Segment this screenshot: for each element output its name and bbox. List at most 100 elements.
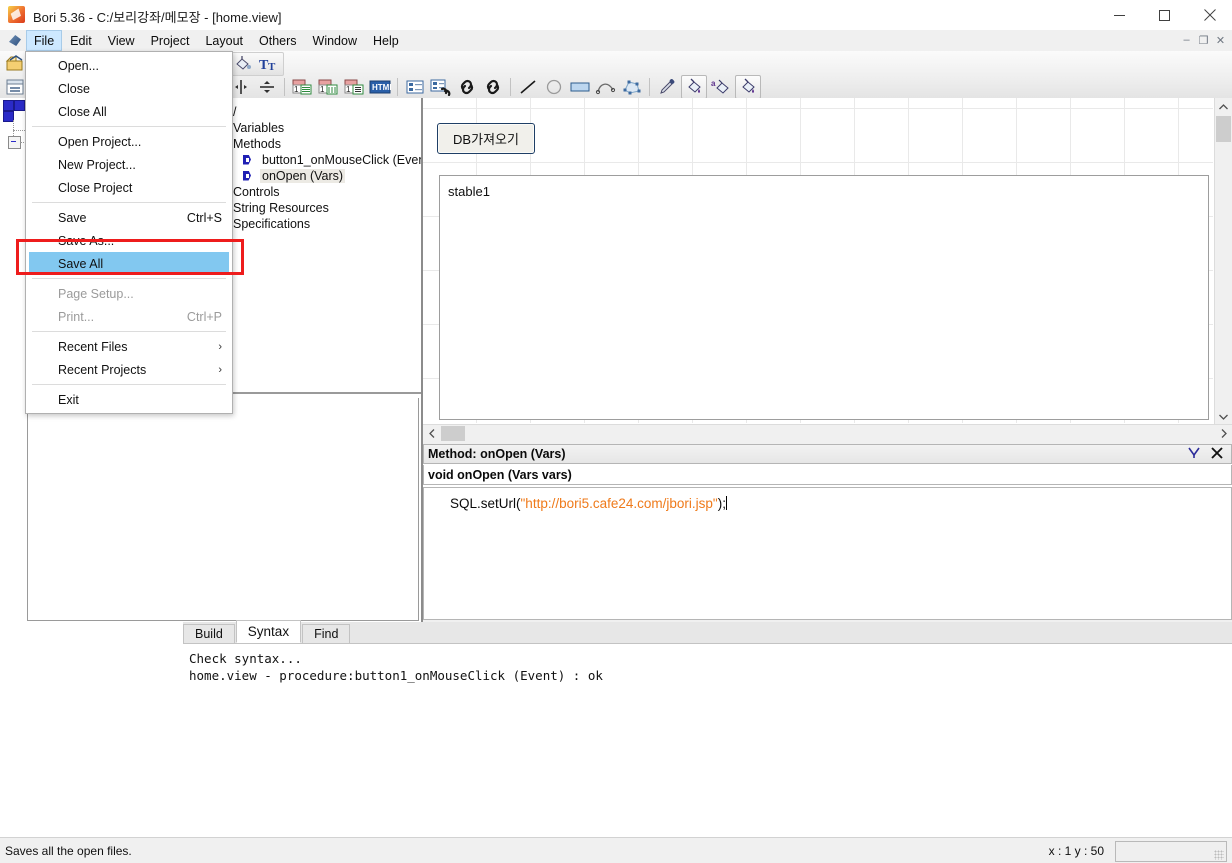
menu-item-save[interactable]: Save Ctrl+S: [26, 206, 232, 229]
tree-item-button1-onmouseclick[interactable]: button1_onMouseClick (Event): [231, 152, 421, 168]
calendar-field-icon[interactable]: 1: [290, 76, 314, 98]
menu-help[interactable]: Help: [365, 30, 407, 51]
method-code-editor[interactable]: SQL.setUrl("http://bori5.cafe24.com/jbor…: [423, 487, 1232, 620]
scroll-down-icon[interactable]: [1215, 408, 1232, 425]
tree-item-root[interactable]: /: [231, 104, 421, 120]
tree-item-variables[interactable]: Variables: [231, 120, 421, 136]
tree-connector: [13, 130, 25, 131]
list-field-icon[interactable]: 1: [342, 76, 366, 98]
canvas-vertical-scrollbar[interactable]: [1214, 98, 1232, 425]
menu-separator: [32, 278, 226, 279]
menu-project[interactable]: Project: [143, 30, 198, 51]
tree-item-label: Methods: [233, 137, 281, 151]
menu-item-close-all[interactable]: Close All: [26, 100, 232, 123]
menu-item-open-project[interactable]: Open Project...: [26, 130, 232, 153]
resize-grip-icon[interactable]: [1214, 850, 1224, 860]
menu-item-recent-files[interactable]: Recent Files ›: [26, 335, 232, 358]
menu-item-recent-projects[interactable]: Recent Projects ›: [26, 358, 232, 381]
menu-item-save-as[interactable]: Save As...: [26, 229, 232, 252]
mdi-minimize-button[interactable]: –: [1179, 32, 1194, 48]
menu-item-label: Close Project: [58, 180, 133, 195]
tree-lower-panel: [27, 398, 419, 621]
method-editor-header: Method: onOpen (Vars): [423, 444, 1232, 464]
left-bottom-pane: [0, 622, 184, 838]
mdi-close-button[interactable]: ✕: [1213, 32, 1228, 48]
html-icon[interactable]: HTML: [368, 76, 392, 98]
link-alt-icon[interactable]: [481, 76, 505, 98]
menu-item-label: Open Project...: [58, 134, 142, 149]
menu-item-label: Close: [58, 81, 90, 96]
menu-item-label: Print...: [58, 309, 95, 324]
tab-build[interactable]: Build: [183, 624, 235, 643]
polyline-tool-icon[interactable]: [594, 76, 618, 98]
canvas-horizontal-scrollbar[interactable]: [423, 424, 1232, 442]
border-fill-color-icon[interactable]: [735, 74, 761, 99]
paint-bucket-icon[interactable]: [231, 53, 255, 75]
svg-text:HTML: HTML: [372, 83, 391, 92]
panel-icon[interactable]: [3, 76, 27, 98]
output-log: Check syntax... home.view - procedure:bu…: [183, 643, 1232, 838]
tree-item-string-resources[interactable]: String Resources: [231, 200, 421, 216]
window-title: Bori 5.36 - C:/보리강좌/메모장 - [home.view]: [33, 10, 282, 25]
menu-item-close-project[interactable]: Close Project: [26, 176, 232, 199]
menu-item-open[interactable]: Open...: [26, 54, 232, 77]
menu-window[interactable]: Window: [305, 30, 365, 51]
text-caret: [725, 496, 727, 510]
align-horizontal-icon[interactable]: [255, 76, 279, 98]
menu-item-label: Recent Files: [58, 339, 128, 354]
link-icon[interactable]: [455, 76, 479, 98]
menu-item-close[interactable]: Close: [26, 77, 232, 100]
close-button[interactable]: [1187, 0, 1232, 30]
menu-separator: [32, 331, 226, 332]
method-editor-title: Method: onOpen (Vars): [428, 447, 566, 461]
menu-edit[interactable]: Edit: [62, 30, 100, 51]
menu-file[interactable]: File: [26, 30, 63, 51]
canvas-vscroll-thumb[interactable]: [1216, 116, 1231, 142]
minimize-button[interactable]: [1097, 0, 1142, 30]
svg-text:a: a: [711, 79, 716, 88]
rectangle-tool-icon[interactable]: [568, 76, 592, 98]
linked-table-icon[interactable]: [429, 76, 453, 98]
menu-view[interactable]: View: [100, 30, 143, 51]
menu-item-exit[interactable]: Exit: [26, 388, 232, 411]
scroll-left-icon[interactable]: [423, 425, 440, 442]
tree-item-label: String Resources: [233, 201, 329, 215]
eyedropper-icon[interactable]: [655, 76, 679, 98]
design-canvas-grid[interactable]: DB가져오기 stable1: [423, 98, 1213, 423]
ellipse-tool-icon[interactable]: [542, 76, 566, 98]
open-folder-icon[interactable]: [3, 53, 27, 75]
text-fill-color-icon[interactable]: a: [709, 76, 733, 98]
tab-syntax[interactable]: Syntax: [235, 620, 302, 643]
property-list-icon[interactable]: [403, 76, 427, 98]
tree-item-controls[interactable]: Controls: [231, 184, 421, 200]
tree-item-methods[interactable]: Methods: [231, 136, 421, 152]
menu-layout[interactable]: Layout: [197, 30, 251, 51]
fill-color-icon[interactable]: [681, 74, 707, 99]
stable1-table-control[interactable]: stable1: [439, 175, 1209, 420]
file-menu-dropdown[interactable]: Open... Close Close All Open Project... …: [25, 51, 233, 414]
combo-field-icon[interactable]: 1: [316, 76, 340, 98]
polygon-tool-icon[interactable]: [620, 76, 644, 98]
scroll-up-icon[interactable]: [1215, 98, 1232, 115]
branch-icon[interactable]: [1187, 446, 1201, 463]
mdi-restore-button[interactable]: ❐: [1196, 32, 1211, 48]
menu-others[interactable]: Others: [251, 30, 305, 51]
title-bar: Bori 5.36 - C:/보리강좌/메모장 - [home.view]: [0, 0, 1232, 31]
svg-text:1: 1: [320, 85, 325, 94]
db-import-button[interactable]: DB가져오기: [437, 123, 535, 154]
menu-item-label: Recent Projects: [58, 362, 147, 377]
tree-item-specifications[interactable]: Specifications: [231, 216, 421, 232]
tree-item-onopen[interactable]: onOpen (Vars): [231, 168, 421, 184]
method-editor-header-buttons: [1187, 446, 1223, 463]
line-tool-icon[interactable]: [516, 76, 540, 98]
bori-feather-icon: [8, 6, 25, 23]
menu-item-new-project[interactable]: New Project...: [26, 153, 232, 176]
maximize-button[interactable]: [1142, 0, 1187, 30]
canvas-hscroll-thumb[interactable]: [441, 426, 465, 441]
scroll-right-icon[interactable]: [1215, 425, 1232, 442]
output-tab-strip: Build Syntax Find: [183, 620, 1232, 643]
method-editor-close-icon[interactable]: [1211, 446, 1223, 462]
tab-find[interactable]: Find: [302, 624, 351, 643]
font-style-icon[interactable]: T T: [257, 53, 281, 75]
menu-item-save-all[interactable]: Save All: [29, 252, 229, 275]
